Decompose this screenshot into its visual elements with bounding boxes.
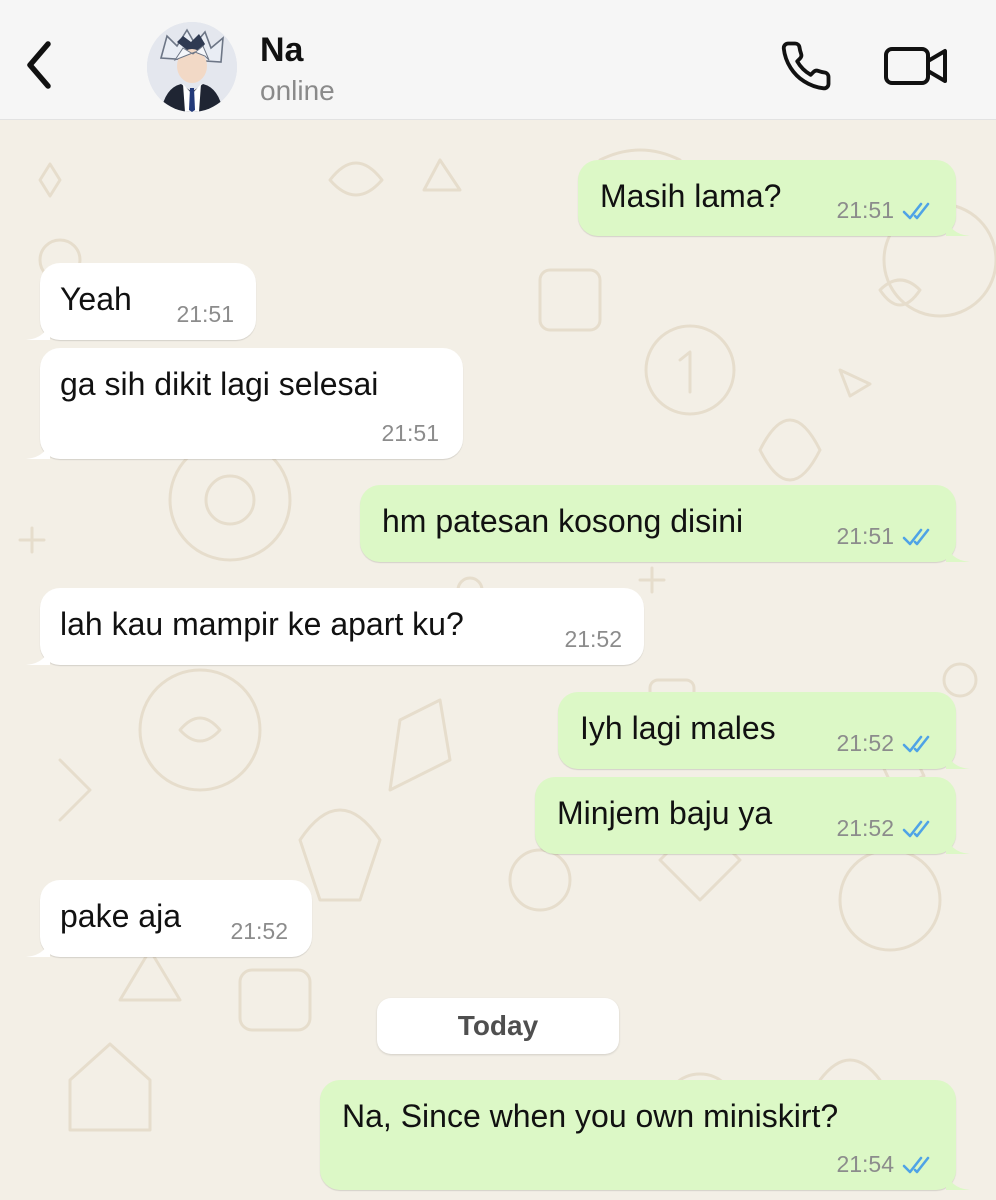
chat-area[interactable]: Masih lama? 21:51 Yeah 21:51 ga sih diki… <box>0 120 996 1200</box>
message-text: Na, Since when you own miniskirt? <box>342 1098 839 1134</box>
bubble-tail <box>26 318 50 340</box>
message-meta: 21:51 <box>176 301 234 328</box>
message-bubble-incoming[interactable]: Yeah 21:51 <box>26 263 256 340</box>
message-text: pake aja <box>60 898 181 934</box>
video-camera-icon <box>884 47 947 85</box>
message-time: 21:52 <box>230 918 288 944</box>
bubble-tail <box>26 935 50 957</box>
message-bubble-outgoing[interactable]: hm patesan kosong disini 21:51 <box>360 485 970 562</box>
message-meta: 21:51 <box>381 420 439 447</box>
double-check-icon <box>902 820 930 837</box>
back-button[interactable] <box>14 34 64 96</box>
message-text: ga sih dikit lagi selesai <box>60 366 379 402</box>
message-bubble-outgoing[interactable]: Minjem baju ya 21:52 <box>535 777 970 854</box>
avatar-image <box>147 22 237 112</box>
bubble-tail <box>946 1168 970 1190</box>
double-check-icon <box>902 202 930 219</box>
message-bubble-outgoing[interactable]: Na, Since when you own miniskirt? 21:54 <box>320 1080 970 1190</box>
double-check-icon <box>902 1156 930 1173</box>
bubble-tail <box>946 832 970 854</box>
message-meta: 21:54 <box>836 1151 936 1178</box>
message-text: Iyh lagi males <box>580 710 776 746</box>
message-time: 21:52 <box>836 730 894 756</box>
message-bubble-outgoing[interactable]: Masih lama? 21:51 <box>578 160 970 236</box>
message-time: 21:51 <box>176 301 234 327</box>
message-time: 21:51 <box>381 420 439 446</box>
bubble-tail <box>946 214 970 236</box>
message-bubble-incoming[interactable]: lah kau mampir ke apart ku? 21:52 <box>26 588 644 665</box>
message-text: hm patesan kosong disini <box>382 503 744 539</box>
message-meta: 21:52 <box>564 626 622 653</box>
message-text: lah kau mampir ke apart ku? <box>60 606 464 642</box>
message-meta: 21:51 <box>836 523 936 550</box>
double-check-icon <box>902 735 930 752</box>
message-meta: 21:52 <box>836 815 936 842</box>
message-time: 21:51 <box>836 197 894 223</box>
bubble-tail <box>946 747 970 769</box>
video-call-button[interactable] <box>880 38 952 94</box>
chat-header: Na online <box>0 0 996 120</box>
message-time: 21:52 <box>836 815 894 841</box>
message-time: 21:52 <box>564 626 622 652</box>
bubble-tail <box>946 540 970 562</box>
message-text: Minjem baju ya <box>557 795 773 831</box>
double-check-icon <box>902 528 930 545</box>
message-text: Yeah <box>60 281 132 317</box>
chevron-left-icon <box>27 41 51 89</box>
contact-name[interactable]: Na <box>260 30 303 70</box>
date-separator: Today <box>377 998 619 1054</box>
message-meta: 21:51 <box>836 197 936 224</box>
message-time: 21:54 <box>836 1151 894 1177</box>
message-meta: 21:52 <box>230 918 288 945</box>
message-time: 21:51 <box>836 523 894 549</box>
message-text: Masih lama? <box>600 178 782 214</box>
bubble-tail <box>26 643 50 665</box>
voice-call-button[interactable] <box>776 38 836 94</box>
bubble-tail <box>26 437 50 459</box>
contact-status: online <box>260 75 335 106</box>
message-bubble-outgoing[interactable]: Iyh lagi males 21:52 <box>558 692 970 769</box>
message-bubble-incoming[interactable]: pake aja 21:52 <box>26 880 312 957</box>
avatar[interactable] <box>147 22 237 112</box>
phone-icon <box>781 41 831 91</box>
message-bubble-incoming[interactable]: ga sih dikit lagi selesai 21:51 <box>26 348 463 459</box>
message-meta: 21:52 <box>836 730 936 757</box>
